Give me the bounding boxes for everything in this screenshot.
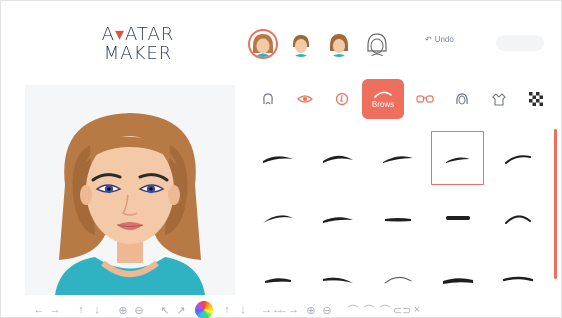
head-icon bbox=[262, 93, 273, 105]
avatar-maker-app: A▾ATAR MAKER ↶ Undo Brows ← → ↑ ↓ ⊕ ⊖ ↖ … bbox=[0, 0, 562, 318]
scale-down-button[interactable]: ⊖ bbox=[319, 304, 335, 317]
brow-option[interactable] bbox=[429, 249, 486, 299]
brow-spacing-button[interactable]: ⊂⊃ bbox=[393, 304, 411, 317]
brow-option[interactable] bbox=[309, 249, 366, 299]
nose-icon bbox=[335, 92, 348, 106]
brow-option[interactable] bbox=[369, 249, 426, 299]
brow-option[interactable] bbox=[429, 189, 486, 247]
avatar-variant-4[interactable] bbox=[362, 29, 392, 59]
brow-down-button[interactable]: ↓ bbox=[235, 304, 251, 316]
avatar-variant-3[interactable] bbox=[324, 29, 354, 59]
rotate-left-button[interactable]: ↖ bbox=[157, 304, 173, 317]
glasses-icon bbox=[415, 95, 434, 103]
avatar-variant-1[interactable] bbox=[248, 29, 278, 59]
undo-icon: ↶ bbox=[425, 35, 432, 44]
brow-option[interactable] bbox=[309, 129, 366, 187]
tab-glasses[interactable] bbox=[406, 79, 443, 119]
app-logo: A▾ATAR MAKER bbox=[101, 24, 175, 64]
brow-shape-3-button[interactable]: ⌒ bbox=[377, 302, 393, 318]
tab-brows[interactable]: Brows bbox=[362, 79, 404, 119]
brow-options-grid bbox=[249, 129, 549, 299]
hair-icon bbox=[455, 93, 468, 105]
brow-option[interactable] bbox=[309, 189, 366, 247]
remove-button[interactable]: × bbox=[409, 304, 425, 316]
options-scrollbar[interactable] bbox=[554, 129, 557, 279]
brow-option[interactable] bbox=[489, 129, 546, 187]
eyebrow-icon bbox=[374, 91, 392, 98]
brow-up-button[interactable]: ↑ bbox=[219, 304, 235, 316]
move-up-button[interactable]: ↑ bbox=[73, 304, 89, 316]
avatar-preview bbox=[25, 85, 235, 295]
brow-option-selected[interactable] bbox=[431, 131, 484, 185]
undo-label: Undo bbox=[434, 35, 454, 44]
tab-nose[interactable] bbox=[323, 79, 360, 119]
eye-icon bbox=[296, 95, 313, 103]
tab-head[interactable] bbox=[249, 79, 286, 119]
brow-shape-1-button[interactable]: ⌒ bbox=[345, 302, 361, 318]
brow-option[interactable] bbox=[369, 129, 426, 187]
move-right-button[interactable]: → bbox=[47, 304, 63, 316]
brow-option[interactable] bbox=[249, 129, 306, 187]
zoom-in-button[interactable]: ⊕ bbox=[115, 304, 131, 317]
narrow-button[interactable]: →← bbox=[261, 304, 283, 316]
tab-clothes[interactable] bbox=[480, 79, 517, 119]
move-down-button[interactable]: ↓ bbox=[89, 304, 105, 316]
category-tabs: Brows bbox=[249, 79, 554, 119]
brow-option[interactable] bbox=[249, 249, 306, 299]
move-left-button[interactable]: ← bbox=[31, 304, 47, 316]
tab-eyes[interactable] bbox=[286, 79, 323, 119]
color-picker-button[interactable] bbox=[195, 301, 213, 318]
shirt-icon bbox=[491, 93, 506, 106]
tab-hair[interactable] bbox=[443, 79, 480, 119]
tab-brows-label: Brows bbox=[371, 100, 395, 109]
avatar-variant-2[interactable] bbox=[286, 29, 316, 59]
brow-shape-2-button[interactable]: ⌒ bbox=[361, 302, 377, 318]
brow-option[interactable] bbox=[369, 189, 426, 247]
transform-toolbar: ← → ↑ ↓ ⊕ ⊖ ↖ ↗ ↑ ↓ →← ←→ ⊕ ⊖ ⌒ ⌒ ⌒ ⊂⊃ × bbox=[31, 301, 551, 318]
undo-button[interactable]: ↶ Undo bbox=[425, 35, 454, 44]
widen-button[interactable]: ←→ bbox=[277, 304, 299, 316]
avatar-illustration bbox=[55, 113, 205, 295]
checker-icon bbox=[528, 92, 543, 106]
scrollbar-thumb[interactable] bbox=[554, 129, 557, 279]
avatar-variants bbox=[248, 29, 392, 59]
tab-background[interactable] bbox=[517, 79, 554, 119]
brow-option[interactable] bbox=[249, 189, 306, 247]
zoom-out-button[interactable]: ⊖ bbox=[131, 304, 147, 317]
header-action-pill[interactable] bbox=[496, 35, 544, 51]
rotate-right-button[interactable]: ↗ bbox=[173, 304, 189, 317]
brow-option[interactable] bbox=[489, 249, 546, 299]
brow-option[interactable] bbox=[489, 189, 546, 247]
scale-up-button[interactable]: ⊕ bbox=[303, 304, 319, 317]
